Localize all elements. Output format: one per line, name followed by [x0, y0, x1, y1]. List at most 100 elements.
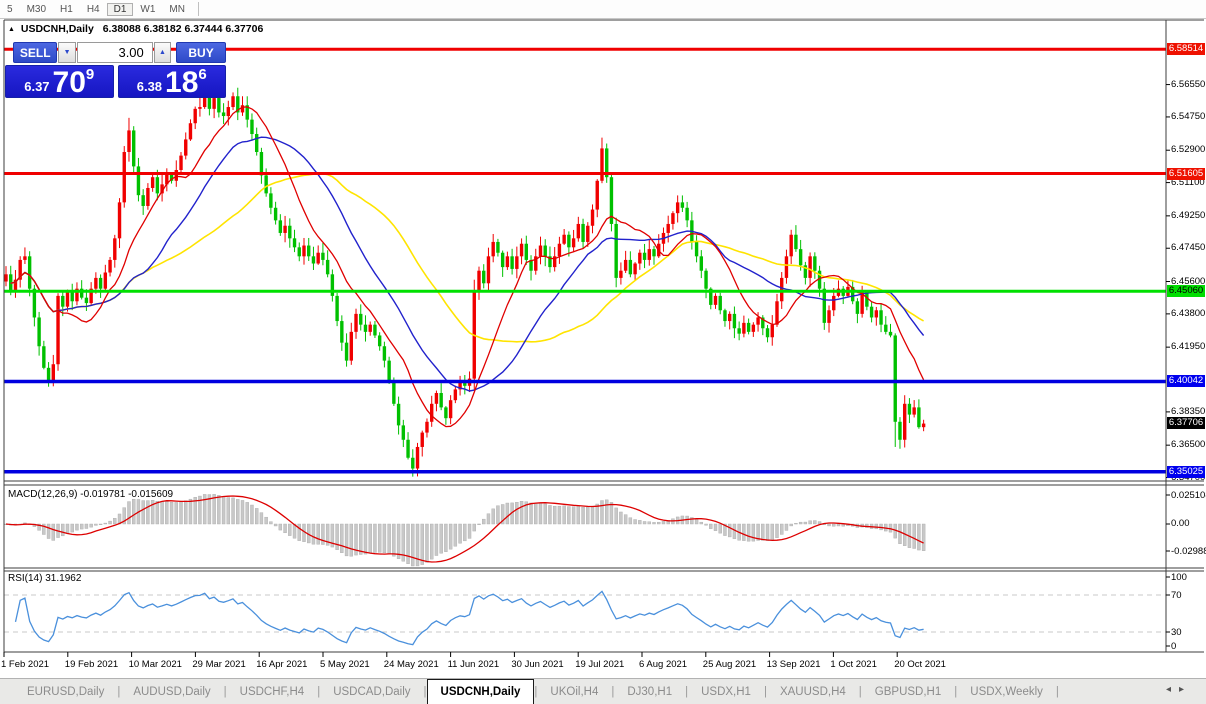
macd-histogram-bar: [586, 507, 589, 524]
candle: [33, 289, 36, 318]
buy-price-box[interactable]: 6.38 18 6: [118, 65, 227, 98]
candle: [354, 314, 357, 332]
chart-tab-usdcnh-daily[interactable]: USDCNH,Daily: [427, 679, 535, 704]
macd-histogram-bar: [771, 524, 774, 540]
candle: [406, 440, 409, 458]
candle: [283, 226, 286, 233]
volume-decrease-button[interactable]: ▼: [58, 42, 75, 63]
macd-histogram-bar: [184, 501, 187, 524]
price-level-badge: 6.40042: [1167, 375, 1205, 387]
price-axis-label: 6.54750: [1171, 111, 1205, 122]
tab-scroll-left-icon[interactable]: ◂: [1166, 684, 1179, 695]
chart-tab-gbpusd-h1[interactable]: GBPUSD,H1: [862, 679, 954, 704]
price-level-badge: 6.45060: [1167, 285, 1205, 297]
candle: [728, 314, 731, 321]
sell-price-box[interactable]: 6.37 70 9: [5, 65, 114, 98]
candle: [808, 256, 811, 278]
macd-histogram-bar: [719, 524, 722, 533]
candle: [316, 253, 319, 264]
macd-histogram-bar: [227, 498, 230, 524]
macd-histogram-bar: [350, 524, 353, 556]
candle: [506, 256, 509, 267]
macd-histogram-bar: [619, 512, 622, 524]
candle: [397, 404, 400, 426]
date-axis-label: 6 Aug 2021: [639, 659, 687, 670]
macd-histogram-bar: [127, 502, 130, 524]
chart-tab-dj30-h1[interactable]: DJ30,H1: [614, 679, 685, 704]
date-axis-label: 10 Mar 2021: [129, 659, 182, 670]
chart-tab-usdx-h1[interactable]: USDX,H1: [688, 679, 764, 704]
candle: [61, 296, 64, 307]
candle: [695, 242, 698, 256]
candle: [269, 193, 272, 207]
macd-histogram-bar: [359, 524, 362, 554]
sell-button[interactable]: SELL: [13, 42, 57, 63]
chart-tab-usdcad-daily[interactable]: USDCAD,Daily: [320, 679, 423, 704]
candle: [146, 188, 149, 206]
volume-input[interactable]: [77, 42, 153, 63]
collapse-arrow-icon[interactable]: ▲: [8, 26, 15, 33]
candle: [719, 296, 722, 310]
chart-tab-audusd-daily[interactable]: AUDUSD,Daily: [120, 679, 223, 704]
candle: [274, 208, 277, 221]
volume-increase-button[interactable]: ▲: [154, 42, 171, 63]
candle: [444, 407, 447, 418]
candle: [780, 278, 783, 301]
candle: [700, 256, 703, 270]
macd-histogram-bar: [615, 508, 618, 524]
macd-histogram-bar: [71, 524, 74, 532]
candle: [198, 107, 201, 109]
candle: [56, 296, 59, 364]
candle: [402, 425, 405, 439]
price-axis-label: 6.47450: [1171, 242, 1205, 253]
candle: [870, 307, 873, 318]
candle: [42, 346, 45, 368]
macd-histogram-bar: [397, 524, 400, 559]
candle: [156, 177, 159, 193]
chart-tab-ukoil-h4[interactable]: UKOil,H4: [537, 679, 611, 704]
macd-histogram-bar: [813, 521, 816, 524]
candle: [704, 271, 707, 289]
candle: [137, 166, 140, 195]
macd-histogram-bar: [180, 502, 183, 524]
macd-histogram-bar: [520, 501, 523, 524]
candle: [723, 310, 726, 321]
candle: [898, 422, 901, 440]
date-axis-label: 13 Sep 2021: [767, 659, 821, 670]
tab-scroll-right-icon[interactable]: ▸: [1179, 684, 1192, 695]
macd-histogram-bar: [430, 524, 433, 559]
macd-histogram-bar: [828, 524, 831, 526]
buy-button[interactable]: BUY: [176, 42, 226, 63]
chart-tab-xauusd-h4[interactable]: XAUUSD,H4: [767, 679, 859, 704]
chart-tab-eurusd-daily[interactable]: EURUSD,Daily: [14, 679, 117, 704]
candle: [23, 256, 26, 260]
candle: [194, 109, 197, 123]
macd-histogram-bar: [165, 502, 168, 524]
macd-histogram-bar: [99, 524, 102, 525]
candle: [600, 148, 603, 180]
one-click-trade-panel: SELL ▼ ▲ BUY 6.37 70 9 6.38 18 6: [5, 42, 226, 98]
macd-histogram-bar: [265, 517, 268, 524]
macd-histogram-bar: [298, 524, 301, 541]
macd-histogram-bar: [643, 521, 646, 524]
candle: [638, 253, 641, 264]
chart-tab-usdchf-h4[interactable]: USDCHF,H4: [227, 679, 318, 704]
triangle-down-icon: ▼: [64, 49, 71, 56]
price-level-badge: 6.58514: [1167, 43, 1205, 55]
date-axis-label: 25 Aug 2021: [703, 659, 756, 670]
tab-divider: |: [1056, 679, 1059, 704]
macd-histogram-bar: [809, 521, 812, 524]
macd-histogram-bar: [600, 501, 603, 524]
date-axis-label: 29 Mar 2021: [192, 659, 245, 670]
candle: [231, 96, 234, 107]
macd-histogram-bar: [610, 502, 613, 524]
macd-histogram-bar: [288, 524, 291, 536]
candle: [747, 323, 750, 332]
chart-tab-usdx-weekly[interactable]: USDX,Weekly: [957, 679, 1056, 704]
macd-histogram-bar: [104, 523, 107, 524]
candle: [264, 175, 267, 193]
candle: [884, 325, 887, 332]
tab-scroll-arrows[interactable]: ◂▸: [1166, 684, 1192, 695]
candle: [227, 107, 230, 116]
candle: [421, 433, 424, 447]
